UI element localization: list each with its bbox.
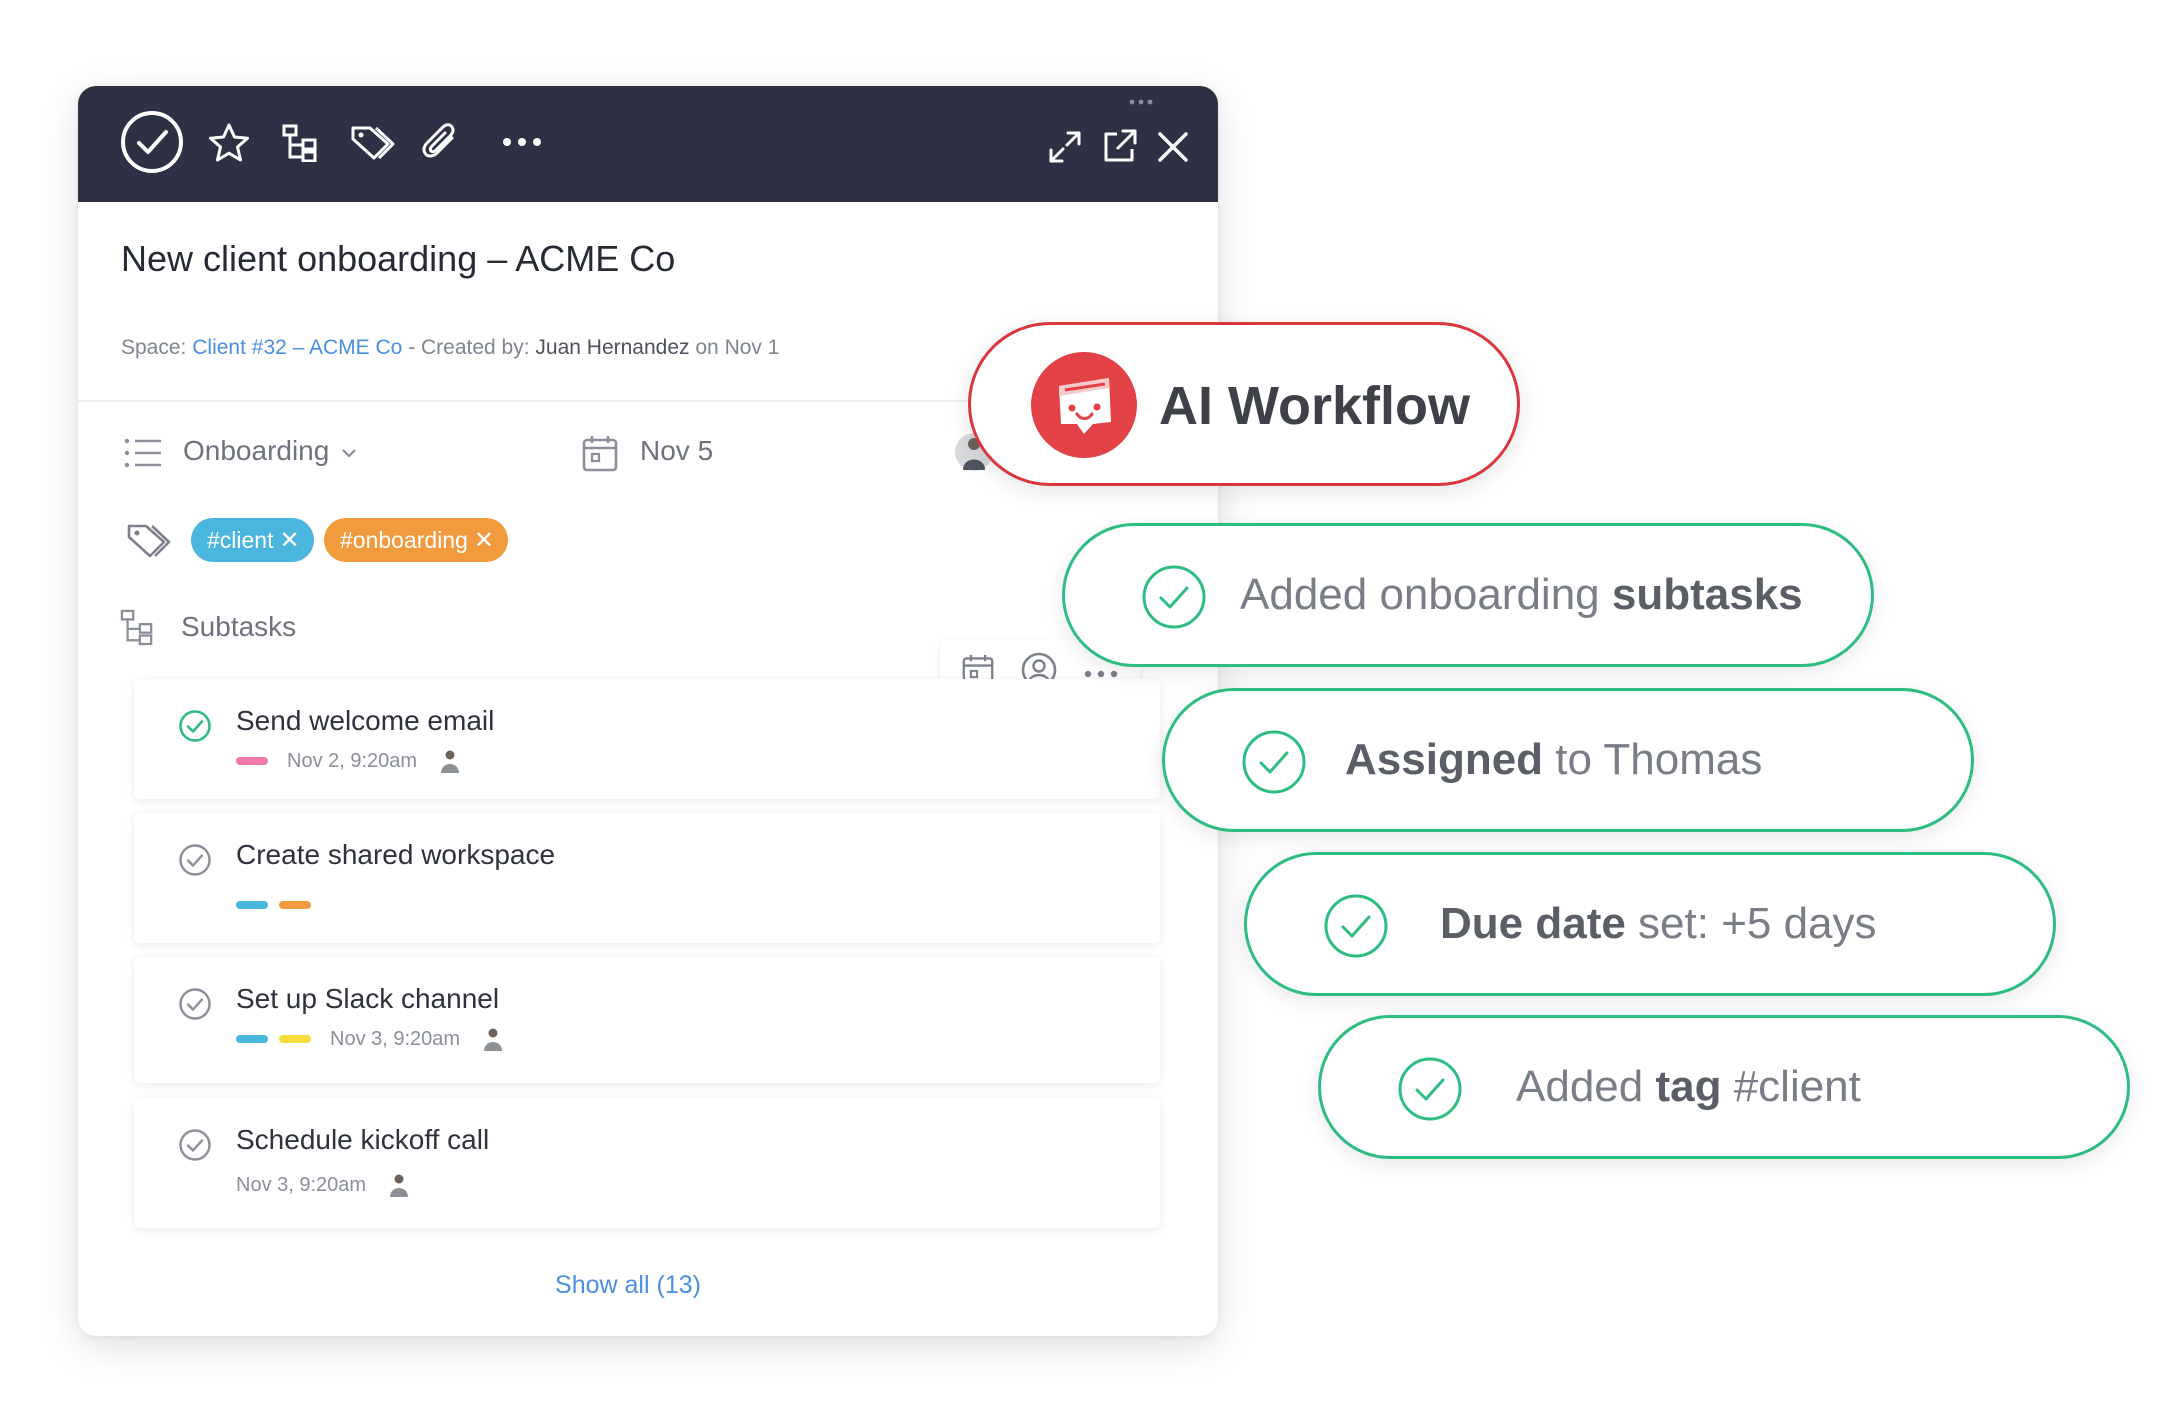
step-text-pre: Added onboarding [1240, 570, 1612, 619]
subtask-date: Nov 2, 9:20am [287, 749, 418, 772]
status-dropdown[interactable]: Onboarding [183, 435, 357, 467]
paperclip-icon[interactable] [422, 120, 458, 162]
created-by-label: - Created by: [408, 336, 530, 359]
subtask-meta: Nov 2, 9:20am [236, 749, 461, 773]
task-meta: Space: Client #32 – ACME Co - Created by… [121, 336, 779, 360]
step-text: Added tag #client [1516, 1062, 1861, 1112]
ai-logo-icon [1031, 352, 1137, 458]
subtask-name[interactable]: Create shared workspace [236, 839, 555, 871]
star-icon[interactable] [208, 122, 250, 164]
check-circle-icon[interactable] [178, 843, 212, 882]
assignee-avatar[interactable] [388, 1173, 410, 1197]
tags-icon[interactable] [350, 124, 396, 162]
on-label: on [695, 336, 719, 359]
check-circle-icon[interactable] [178, 987, 212, 1026]
assignee-avatar[interactable] [439, 749, 461, 773]
workflow-step: Assigned to Thomas [1162, 688, 1974, 832]
step-text-post: to Thomas [1543, 735, 1763, 784]
space-label: Space: [121, 336, 187, 359]
remove-tag-icon[interactable]: ✕ [279, 526, 299, 555]
subtask-name[interactable]: Schedule kickoff call [236, 1124, 489, 1156]
due-date[interactable]: Nov 5 [640, 435, 713, 467]
subtask-date: Nov 3, 9:20am [330, 1027, 461, 1050]
step-text: Added onboarding subtasks [1240, 570, 1803, 620]
ai-workflow-badge: AI Workflow [968, 322, 1520, 486]
step-text-bold: subtasks [1611, 570, 1803, 619]
step-text-pre: Added [1516, 1062, 1656, 1111]
step-text-post: #client [1721, 1062, 1861, 1111]
tag-icon [126, 522, 172, 565]
ai-workflow-label: AI Workflow [1159, 376, 1471, 436]
tag-label: #client [207, 526, 274, 553]
subtasks-heading: Subtasks [181, 611, 297, 642]
tag-label: #onboarding [340, 526, 468, 553]
check-circle-icon [1141, 564, 1207, 635]
step-text-bold: tag [1655, 1062, 1722, 1111]
tag-color-pill [236, 901, 268, 909]
status-label: Onboarding [183, 435, 330, 466]
assignee-avatar[interactable] [482, 1027, 504, 1051]
workflow-step: Due date set: +5 days [1244, 852, 2056, 996]
tag-client[interactable]: #client ✕ [191, 518, 314, 562]
subtask-name[interactable]: Set up Slack channel [236, 983, 499, 1015]
subtask-name[interactable]: Send welcome email [236, 705, 494, 737]
subtask-row[interactable]: Send welcome email Nov 2, 9:20am [134, 679, 1160, 799]
tag-color-pill [236, 1035, 268, 1043]
tag-color-pill [236, 757, 268, 765]
step-text: Assigned to Thomas [1345, 735, 1762, 785]
close-icon[interactable] [1156, 130, 1190, 164]
chevron-down-icon [337, 435, 357, 466]
subtask-meta: Nov 3, 9:20am [236, 1173, 410, 1197]
step-text-post: set: +5 days [1625, 899, 1877, 948]
subtask-row[interactable]: Schedule kickoff call Nov 3, 9:20am [134, 1098, 1160, 1228]
more-icon[interactable] [502, 137, 542, 147]
remove-tag-icon[interactable]: ✕ [474, 526, 494, 555]
tag-onboarding[interactable]: #onboarding ✕ [324, 518, 509, 562]
space-link[interactable]: Client #32 – ACME Co [192, 336, 402, 359]
step-text-bold: Assigned [1345, 735, 1544, 784]
calendar-icon [582, 434, 618, 477]
step-text-bold: Due date [1440, 899, 1626, 948]
subtask-meta [236, 893, 322, 917]
check-circle-icon[interactable] [120, 110, 184, 174]
task-card: New client onboarding – ACME Co Space: C… [78, 86, 1218, 1336]
open-external-icon[interactable] [1102, 128, 1138, 164]
check-circle-icon [1397, 1056, 1463, 1127]
check-circle-icon[interactable] [178, 1128, 212, 1167]
check-circle-icon [1241, 729, 1307, 800]
step-text: Due date set: +5 days [1440, 899, 1877, 949]
list-icon [124, 438, 162, 473]
workflow-step: Added tag #client [1318, 1015, 2130, 1159]
created-date: Nov 1 [724, 336, 780, 359]
subtask-row[interactable]: Create shared workspace [134, 813, 1160, 943]
creator-name: Juan Hernandez [535, 336, 690, 359]
subtasks-icon[interactable] [282, 124, 318, 162]
tag-color-pill [279, 901, 311, 909]
task-title[interactable]: New client onboarding – ACME Co [121, 238, 675, 280]
expand-icon[interactable] [1048, 130, 1082, 164]
check-circle-icon[interactable] [178, 709, 212, 748]
tag-color-pill [279, 1035, 311, 1043]
subtask-meta: Nov 3, 9:20am [236, 1027, 504, 1051]
drag-handle-icon[interactable] [1128, 92, 1154, 110]
show-all-link[interactable]: Show all (13) [78, 1271, 1178, 1300]
check-circle-icon [1323, 893, 1389, 964]
task-toolbar [78, 86, 1218, 202]
workflow-step: Added onboarding subtasks [1062, 523, 1874, 667]
subtask-date: Nov 3, 9:20am [236, 1173, 367, 1196]
subtasks-icon [120, 608, 154, 651]
subtask-row[interactable]: Set up Slack channel Nov 3, 9:20am [134, 957, 1160, 1083]
